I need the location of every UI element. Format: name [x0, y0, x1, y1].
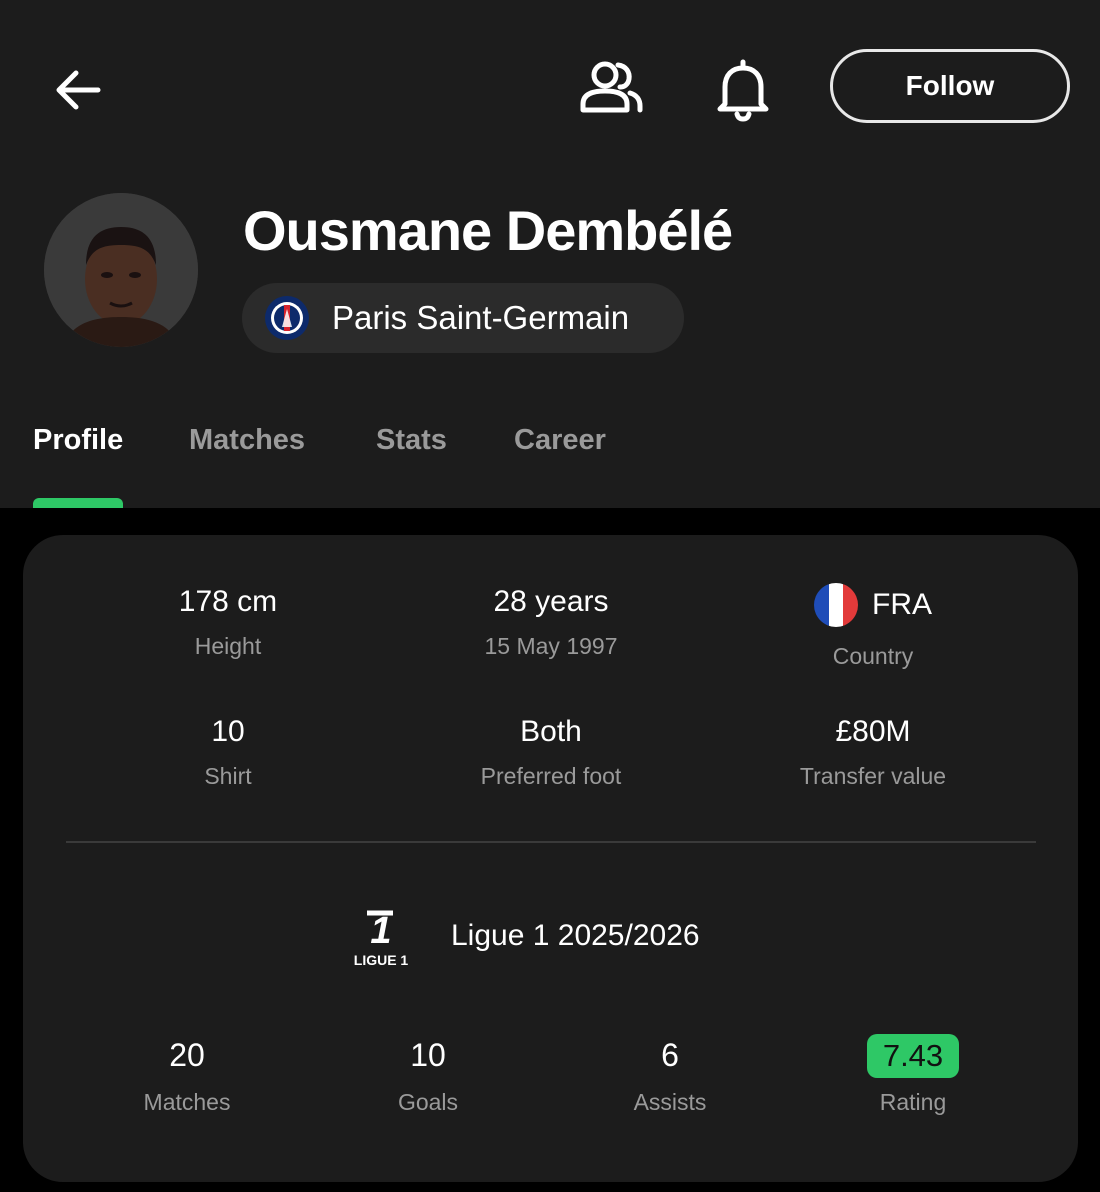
- france-flag-icon: [814, 583, 858, 627]
- ligue1-logo-icon: 1 LIGUE 1: [354, 910, 409, 968]
- country-label: Country: [832, 643, 914, 669]
- notifications-button[interactable]: [712, 56, 774, 122]
- people-icon: [580, 61, 643, 113]
- tab-stats[interactable]: Stats: [376, 424, 447, 457]
- stat-value: 20: [169, 1037, 205, 1073]
- foot-info: Both Preferred foot: [391, 715, 711, 790]
- back-arrow-icon: [56, 70, 101, 110]
- height-value: 178 cm: [178, 585, 278, 618]
- country-value: FRA: [872, 588, 932, 621]
- country-info: FRA Country: [713, 583, 1033, 670]
- league-season-title[interactable]: Ligue 1 2025/2026: [451, 919, 700, 953]
- player-name: Ousmane Dembélé: [243, 199, 733, 262]
- player-header: Follow Ousmane Dembélé Paris Saint-Germa…: [0, 0, 1100, 508]
- player-avatar: [44, 193, 198, 347]
- birthdate-label: 15 May 1997: [484, 633, 618, 659]
- tab-career[interactable]: Career: [514, 424, 606, 457]
- card-divider: [66, 841, 1036, 843]
- active-tab-indicator: [33, 498, 123, 508]
- bell-icon: [717, 59, 769, 122]
- height-label: Height: [194, 633, 262, 659]
- shirt-label: Shirt: [204, 763, 252, 789]
- stat-goals: 10 Goals: [328, 1033, 528, 1116]
- stat-label: Goals: [397, 1089, 459, 1115]
- stat-assists: 6 Assists: [570, 1033, 770, 1116]
- stat-value: 10: [410, 1037, 446, 1073]
- shirt-value: 10: [211, 715, 245, 748]
- svg-text:LIGUE 1: LIGUE 1: [354, 952, 409, 968]
- svg-text:1: 1: [370, 910, 391, 952]
- stat-label: Matches: [143, 1089, 231, 1115]
- teammates-button[interactable]: [574, 58, 646, 118]
- foot-label: Preferred foot: [480, 763, 622, 789]
- stat-matches: 20 Matches: [87, 1033, 287, 1116]
- stat-rating: 7.43 Rating: [813, 1033, 1013, 1116]
- transfer-label: Transfer value: [799, 763, 947, 789]
- follow-button[interactable]: Follow: [830, 49, 1070, 123]
- stat-value: 6: [661, 1037, 679, 1073]
- psg-crest-icon: [265, 296, 309, 340]
- club-name: Paris Saint-Germain: [332, 299, 630, 336]
- transfer-value: £80M: [835, 715, 911, 748]
- top-bar: Follow: [0, 0, 1100, 170]
- age-info: 28 years 15 May 1997: [391, 585, 711, 660]
- back-button[interactable]: [48, 60, 108, 120]
- age-value: 28 years: [493, 585, 609, 618]
- stat-label: Assists: [633, 1089, 707, 1115]
- foot-value: Both: [520, 715, 582, 748]
- club-chip[interactable]: Paris Saint-Germain: [242, 283, 684, 353]
- tab-profile[interactable]: Profile: [33, 424, 123, 457]
- height-info: 178 cm Height: [68, 585, 388, 660]
- shirt-info: 10 Shirt: [68, 715, 388, 790]
- stat-label: Rating: [879, 1089, 947, 1115]
- profile-card: 178 cm Height 28 years 15 May 1997 FRA C…: [23, 535, 1078, 1182]
- tab-matches[interactable]: Matches: [189, 424, 305, 457]
- rating-badge: 7.43: [866, 1034, 960, 1078]
- transfer-info: £80M Transfer value: [713, 715, 1033, 790]
